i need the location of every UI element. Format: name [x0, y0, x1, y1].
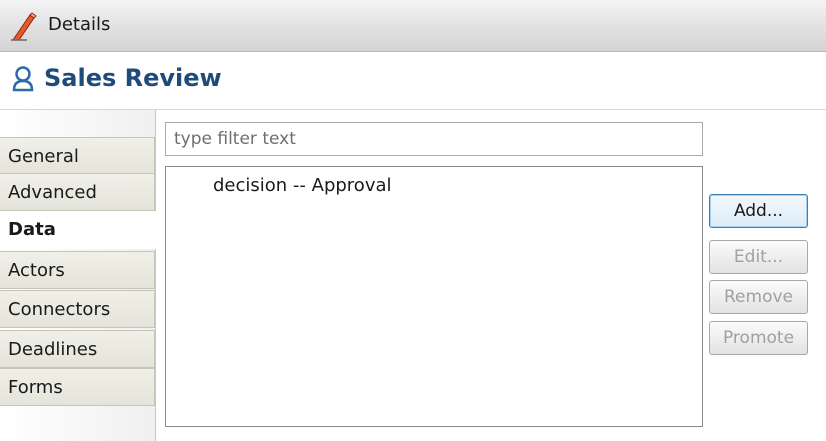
person-icon: [12, 66, 34, 92]
tab-advanced[interactable]: Advanced: [0, 173, 155, 211]
view-title: Details: [48, 14, 111, 35]
data-list[interactable]: decision -- Approval: [165, 166, 703, 427]
promote-button[interactable]: Promote: [709, 321, 808, 355]
list-item[interactable]: decision -- Approval: [213, 175, 392, 196]
tab-deadlines[interactable]: Deadlines: [0, 330, 155, 368]
tab-actors[interactable]: Actors: [0, 251, 155, 289]
remove-button[interactable]: Remove: [709, 280, 808, 314]
filter-input[interactable]: type filter text: [165, 122, 703, 156]
page-header: Sales Review: [0, 52, 826, 110]
pencil-icon: [11, 12, 37, 41]
edit-button[interactable]: Edit...: [709, 240, 808, 274]
tab-general[interactable]: General: [0, 137, 155, 175]
page-title: Sales Review: [44, 64, 222, 92]
tab-data[interactable]: Data: [0, 211, 157, 249]
add-button[interactable]: Add...: [709, 194, 808, 228]
tab-forms[interactable]: Forms: [0, 368, 155, 406]
view-title-bar: Details: [0, 0, 826, 52]
tab-connectors[interactable]: Connectors: [0, 290, 155, 328]
tab-bar: General Advanced Data Actors Connectors …: [0, 110, 157, 441]
